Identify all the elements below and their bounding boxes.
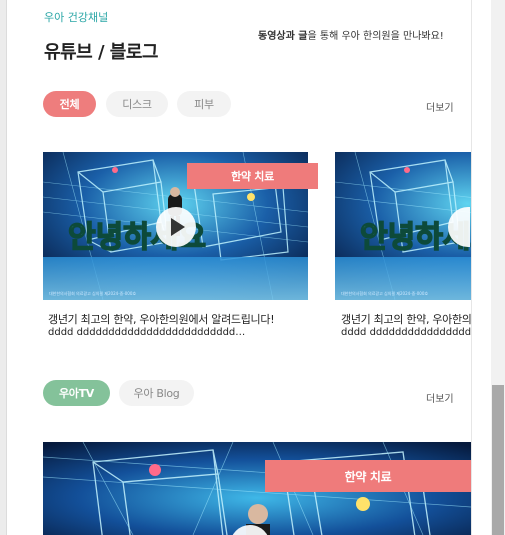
featured-badge: 한약 치료 xyxy=(265,460,471,492)
video-subtitle-2: dddd ddddddddddddddddddddddddd… xyxy=(341,327,471,338)
play-button[interactable] xyxy=(156,207,196,247)
section-title: 유튜브 / 블로그 xyxy=(44,42,158,63)
section-eyebrow: 우아 건강채널 xyxy=(44,11,109,24)
filter-tab-skin[interactable]: 피부 xyxy=(177,91,231,117)
channel-tab-blog[interactable]: 우아 Blog xyxy=(119,380,194,406)
right-panel-edge xyxy=(471,0,491,535)
play-icon xyxy=(171,218,185,236)
left-panel-edge xyxy=(0,0,7,535)
description-rest: 을 통해 우아 한의원을 만나봐요! xyxy=(307,31,444,42)
channel-more-link[interactable]: 더보기 xyxy=(426,390,454,405)
svg-text:대한한의사협회 의료광고 심의필 제2024-중-000호: 대한한의사협회 의료광고 심의필 제2024-중-000호 xyxy=(49,290,136,296)
video-subtitle-1: dddd ddddddddddddddddddddddddd… xyxy=(48,327,246,338)
filter-tab-disc[interactable]: 디스크 xyxy=(106,91,168,117)
scrollbar-thumb[interactable] xyxy=(492,385,504,535)
video-title-2[interactable]: 갱년기 최고의 한약, 우아한의원에서 알려드립니다! xyxy=(341,311,471,327)
filter-tab-all[interactable]: 전체 xyxy=(43,91,96,117)
channel-tab-tv[interactable]: 우아TV xyxy=(43,380,110,406)
description-bold: 동영상과 글 xyxy=(258,31,308,42)
svg-text:대한한의사협회 의료광고 심의필 제2024-중-000호: 대한한의사협회 의료광고 심의필 제2024-중-000호 xyxy=(341,290,428,296)
video-title-1[interactable]: 갱년기 최고의 한약, 우아한의원에서 알려드립니다! xyxy=(48,311,310,327)
section-description: 동영상과 글을 통해 우아 한의원을 만나봐요! xyxy=(258,27,444,42)
video-more-link[interactable]: 더보기 xyxy=(426,99,454,114)
video-badge-1: 한약 치료 xyxy=(187,163,318,189)
